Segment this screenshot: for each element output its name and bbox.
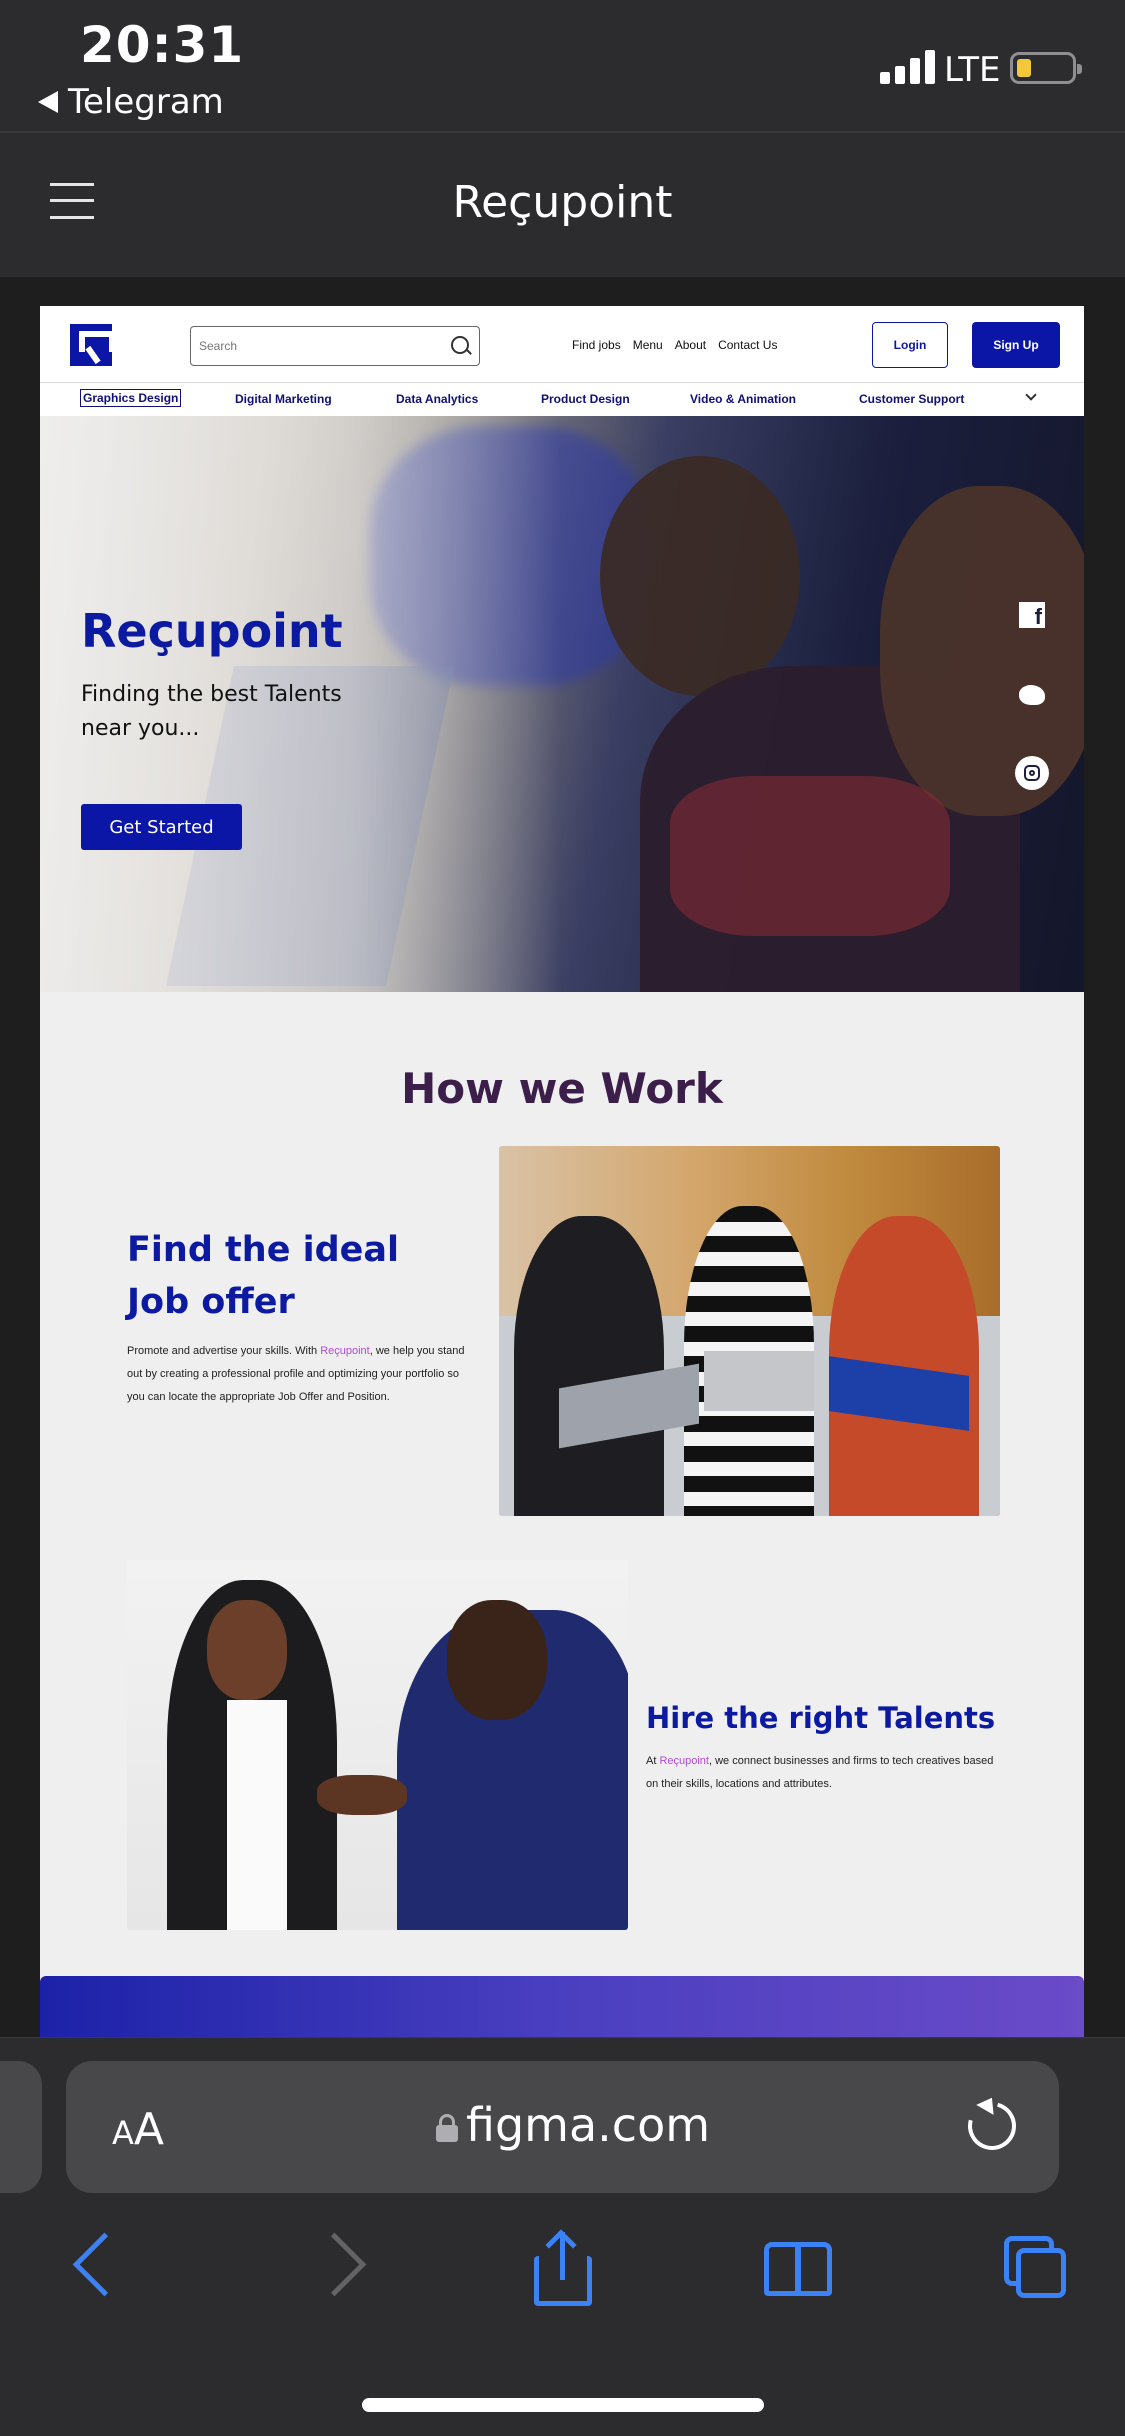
feature1-text: Promote and advertise your skills. With … (127, 1345, 465, 1403)
hero-section: Reçupoint Finding the best Talents near … (40, 416, 1084, 992)
app-title: Reçupoint (452, 177, 673, 228)
nav-links: Find jobs Menu About Contact Us (572, 338, 777, 352)
category-customer-support[interactable]: Customer Support (859, 392, 964, 406)
home-indicator (362, 2398, 764, 2412)
share-icon[interactable] (530, 2229, 600, 2306)
lock-icon (436, 2114, 458, 2142)
battery-icon (1010, 52, 1082, 84)
signup-button[interactable]: Sign Up (972, 322, 1060, 368)
bookmarks-icon[interactable] (764, 2232, 834, 2302)
category-graphics-design[interactable]: Graphics Design (80, 389, 182, 407)
get-started-button[interactable]: Get Started (81, 804, 242, 850)
chevron-down-icon[interactable] (1025, 389, 1037, 401)
site-navbar: Find jobs Menu About Contact Us Login Si… (40, 306, 1084, 382)
logo-icon[interactable] (70, 324, 115, 366)
category-data-analytics[interactable]: Data Analytics (396, 392, 478, 406)
nav-link-find-jobs[interactable]: Find jobs (572, 338, 621, 352)
feature2-brand-highlight: Reçupoint (659, 1755, 709, 1767)
text-size-button[interactable]: AA (112, 2104, 164, 2155)
hero-title: Reçupoint (81, 604, 343, 658)
previous-tab-peek[interactable] (0, 2061, 42, 2193)
nav-link-contact[interactable]: Contact Us (718, 338, 777, 352)
feature2-title: Hire the right Talents (646, 1701, 996, 1735)
status-time: 20:31 (80, 16, 245, 74)
nav-link-about[interactable]: About (675, 338, 706, 352)
tabs-icon[interactable] (1000, 2232, 1070, 2302)
url-domain[interactable]: figma.com (466, 2098, 710, 2152)
search-icon[interactable] (451, 336, 469, 354)
twitter-icon[interactable] (1015, 678, 1049, 712)
forward-icon[interactable] (306, 2232, 376, 2302)
back-app-label: Telegram (68, 82, 224, 122)
category-video-animation[interactable]: Video & Animation (690, 392, 796, 406)
students-laptops-image (499, 1146, 1000, 1516)
back-to-telegram[interactable]: Telegram (38, 82, 224, 122)
battery-level (1017, 59, 1031, 77)
search-box[interactable] (190, 326, 480, 366)
network-label: LTE (944, 50, 1001, 90)
how-we-work-title: How we Work (401, 1064, 723, 1113)
status-bar: 20:31 Telegram LTE (0, 0, 1125, 132)
facebook-icon[interactable]: f (1015, 598, 1049, 632)
handshake-image (127, 1560, 628, 1930)
back-triangle-icon (38, 91, 58, 113)
category-product-design[interactable]: Product Design (541, 392, 630, 406)
signal-icon (880, 50, 935, 84)
login-button[interactable]: Login (872, 322, 948, 368)
gradient-banner (40, 1976, 1084, 2038)
back-icon[interactable] (58, 2232, 128, 2302)
search-input[interactable] (199, 335, 439, 357)
nav-link-menu[interactable]: Menu (633, 338, 663, 352)
feature2-text: At Reçupoint, we connect businesses and … (646, 1755, 994, 1790)
instagram-icon[interactable] (1015, 756, 1049, 790)
category-bar: Graphics Design Digital Marketing Data A… (40, 382, 1084, 416)
category-digital-marketing[interactable]: Digital Marketing (235, 392, 332, 406)
feature1-brand-highlight: Reçupoint (320, 1345, 370, 1357)
hero-subtitle: Finding the best Talents near you... (81, 682, 342, 741)
feature1-title: Find the ideal Job offer (127, 1230, 400, 1322)
website-frame: Find jobs Menu About Contact Us Login Si… (40, 306, 1084, 2038)
app-header: Reçupoint (0, 133, 1125, 277)
